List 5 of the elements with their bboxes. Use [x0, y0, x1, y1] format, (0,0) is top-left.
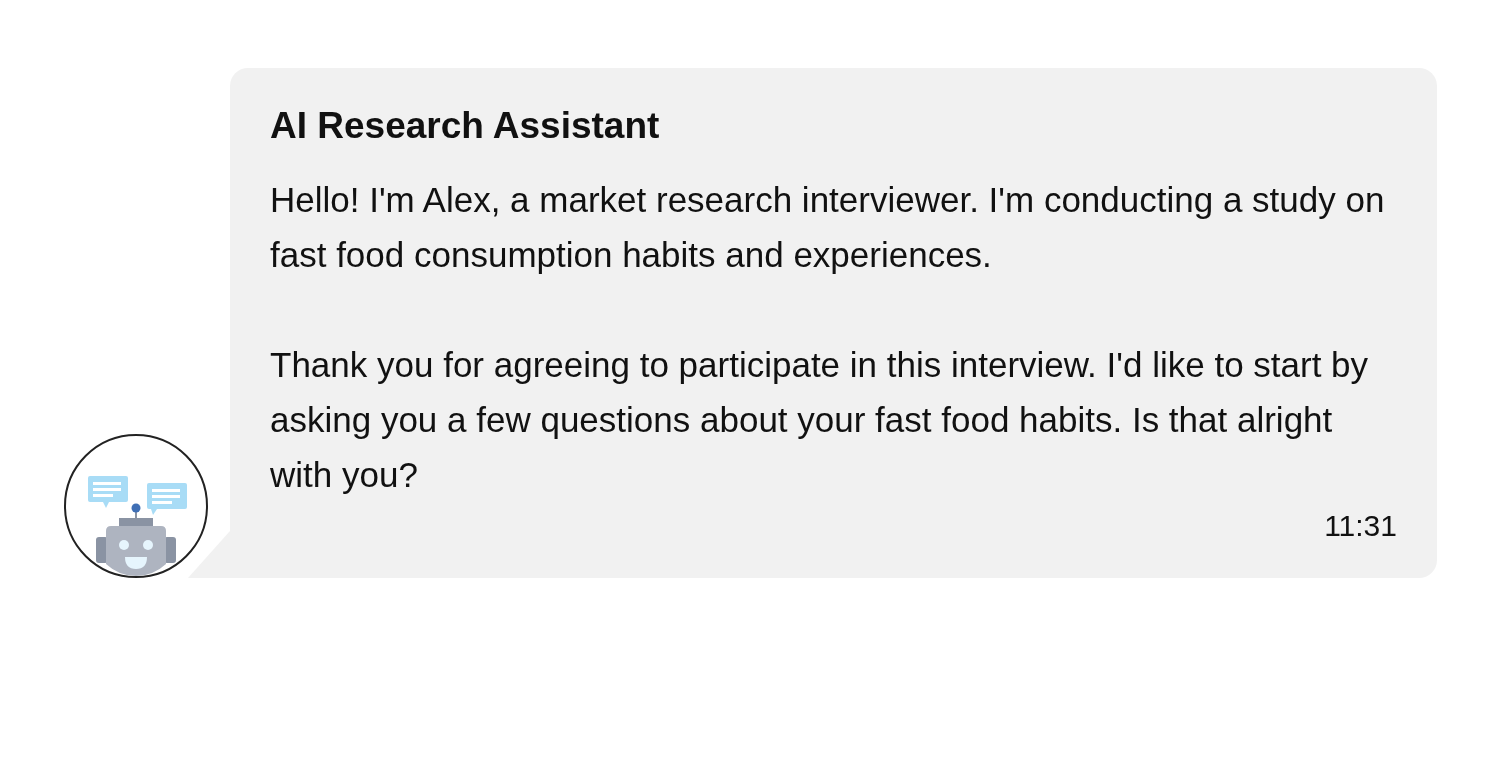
message-text: Thank you for agreeing to participate in this interview. I'd like to start by asking you a few questions about your fast food habits. Is that alright with you?: [270, 344, 1370, 496]
sender-name: AI Research Assistant: [270, 104, 661, 148]
message-time: 11:31: [1323, 508, 1397, 544]
message-text: Hello! I'm Alex, a market research interviewer. I'm conducting a study on fast food consumption habits and experiences.: [270, 179, 1386, 276]
robot-avatar-icon: [63, 433, 209, 579]
